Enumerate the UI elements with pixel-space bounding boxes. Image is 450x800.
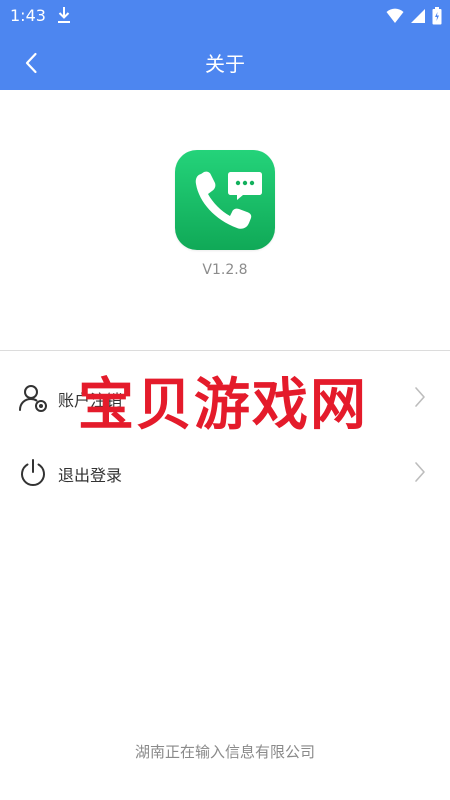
app-header: 关于	[0, 32, 450, 90]
status-bar: 1:43	[0, 0, 450, 32]
battery-icon	[432, 7, 442, 25]
signal-icon	[411, 9, 425, 23]
app-screen: 1:43 关于 V1.2.8 账户注销 退出登录 宝贝游戏网 湖南正在输入信息有…	[0, 0, 450, 800]
chevron-right-icon	[412, 385, 428, 409]
list-item-label: 账户注销	[58, 391, 123, 410]
list-item-label: 退出登录	[58, 466, 123, 485]
section-divider	[0, 350, 450, 351]
list-item-logout[interactable]: 退出登录	[0, 444, 450, 502]
user-remove-icon	[18, 383, 48, 413]
app-logo	[175, 150, 275, 250]
app-version: V1.2.8	[202, 262, 248, 278]
page-title: 关于	[205, 52, 245, 76]
list-item-account-cancel[interactable]: 账户注销	[0, 369, 450, 427]
wifi-icon	[386, 8, 404, 23]
chevron-right-icon	[412, 460, 428, 484]
power-icon	[18, 458, 48, 488]
status-icons	[386, 7, 442, 25]
phone-chat-icon	[195, 171, 262, 229]
status-time: 1:43	[10, 6, 46, 25]
download-icon	[58, 7, 70, 23]
company-name: 湖南正在输入信息有限公司	[134, 743, 315, 761]
